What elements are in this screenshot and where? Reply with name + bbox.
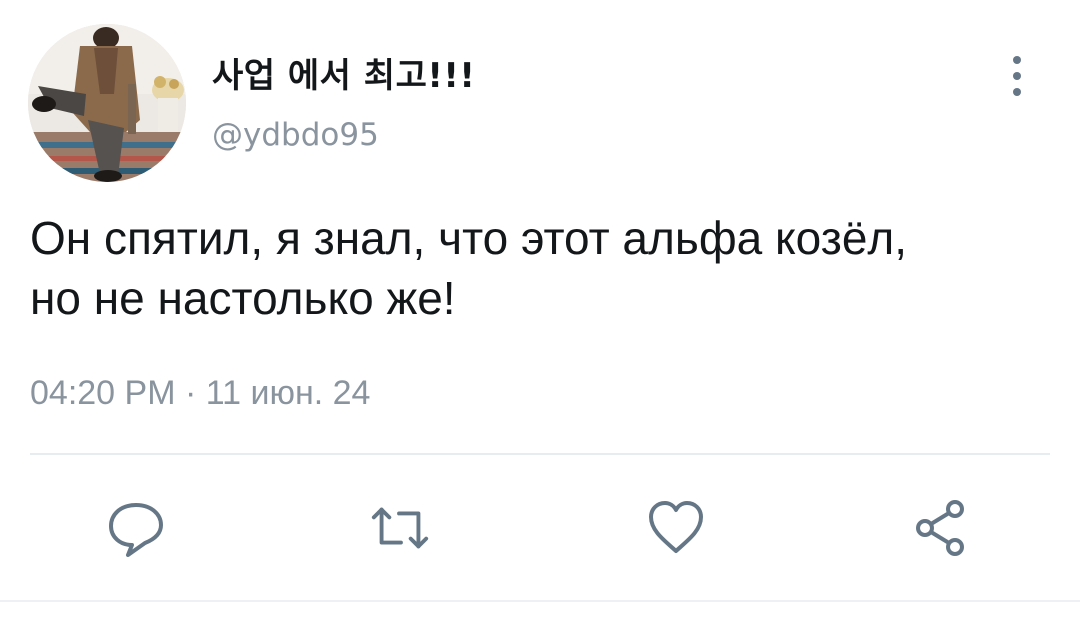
tweet-timestamp[interactable]: 04:20 PM · 11 июн. 24	[30, 374, 370, 413]
menu-dot	[1013, 72, 1021, 80]
retweet-button[interactable]	[368, 496, 432, 560]
divider	[30, 453, 1050, 455]
tweet-card: 사업 에서 최고!!! @ydbdo95 Он спятил, я знал, …	[0, 0, 1080, 618]
more-options-icon[interactable]	[1000, 52, 1034, 100]
share-button[interactable]	[910, 496, 974, 560]
menu-dot	[1013, 88, 1021, 96]
tweet-text-line-1: Он спятил, я знал, что этот альфа козёл,	[30, 212, 908, 264]
share-icon	[916, 500, 964, 556]
reply-button[interactable]	[104, 496, 168, 560]
tweet-text-line-2: но не настолько же!	[30, 272, 456, 324]
speech-bubble-icon	[109, 503, 163, 557]
retweet-icon	[371, 507, 429, 549]
menu-dot	[1013, 56, 1021, 64]
avatar-photo	[28, 24, 186, 182]
tweet-text: Он спятил, я знал, что этот альфа козёл,…	[30, 208, 1060, 328]
like-button[interactable]	[644, 496, 708, 560]
heart-icon	[649, 501, 703, 553]
user-handle[interactable]: @ydbdo95	[212, 117, 379, 153]
display-name[interactable]: 사업 에서 최고!!!	[212, 48, 475, 97]
bottom-divider	[0, 600, 1080, 602]
avatar[interactable]	[28, 24, 186, 182]
